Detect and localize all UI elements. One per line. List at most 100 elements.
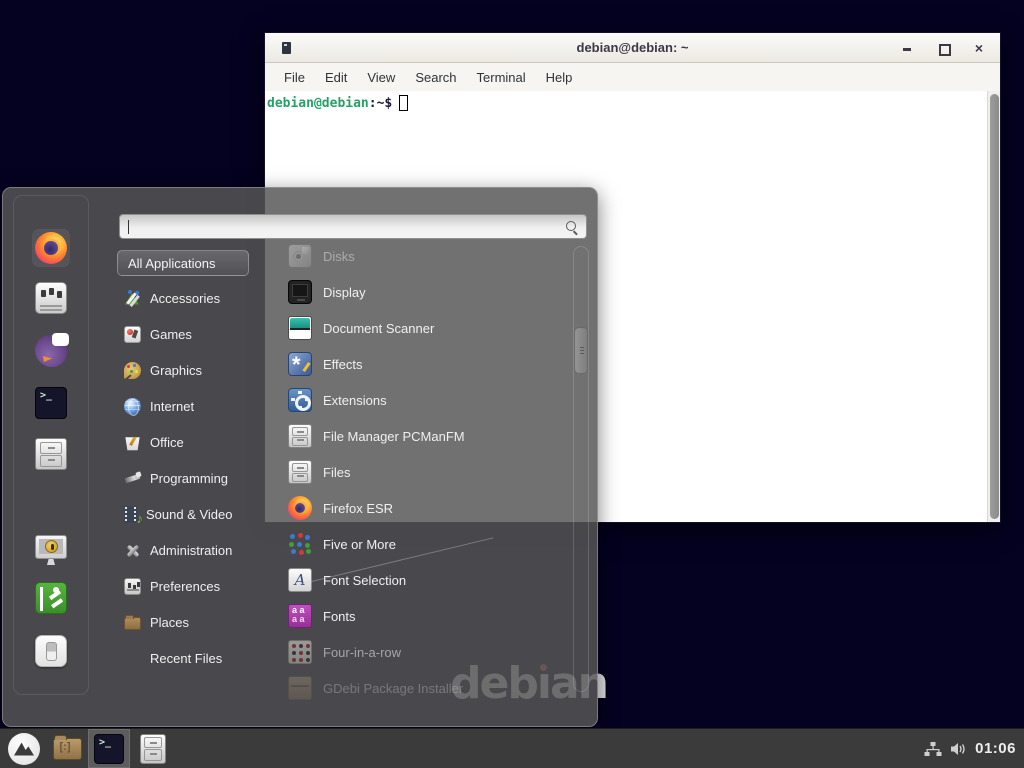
menu-orb-icon <box>8 733 40 765</box>
minimize-button[interactable] <box>900 41 914 55</box>
app-firefox-esr[interactable]: Firefox ESR <box>288 490 570 526</box>
app-font-selection[interactable]: Font Selection <box>288 562 570 598</box>
gdebi-icon <box>288 676 312 700</box>
internet-icon <box>124 398 141 415</box>
places-icon <box>124 617 141 630</box>
category-games[interactable]: Games <box>117 316 277 352</box>
terminal-scrollbar-handle[interactable] <box>990 94 999 519</box>
category-internet[interactable]: Internet <box>117 388 277 424</box>
lock-screen-icon <box>35 535 67 559</box>
prompt-user: debian@debian <box>267 96 369 111</box>
menu-edit[interactable]: Edit <box>315 70 357 85</box>
menu-view[interactable]: View <box>357 70 405 85</box>
sidebar-file-manager[interactable] <box>33 436 69 472</box>
app-file-manager-pcmanfm[interactable]: File Manager PCManFM <box>288 418 570 454</box>
sidebar-terminal[interactable] <box>33 385 69 421</box>
graphics-icon <box>124 362 141 379</box>
app-effects[interactable]: Effects <box>288 346 570 382</box>
terminal-scrollbar[interactable] <box>987 91 1000 522</box>
application-list: Disks Display Document Scanner Effects E… <box>288 238 570 706</box>
category-recent-files[interactable]: Recent Files <box>117 640 277 676</box>
app-extensions[interactable]: Extensions <box>288 382 570 418</box>
search-icon <box>565 220 579 234</box>
file-cabinet-icon <box>288 424 312 448</box>
app-document-scanner[interactable]: Document Scanner <box>288 310 570 346</box>
firefox-icon <box>35 232 67 264</box>
taskbar-clock[interactable]: 01:06 <box>975 740 1016 757</box>
document-scanner-icon <box>288 316 312 340</box>
terminal-cursor <box>399 95 408 111</box>
effects-icon <box>288 352 312 376</box>
app-four-in-a-row[interactable]: Four-in-a-row <box>288 634 570 670</box>
taskbar-terminal-button[interactable] <box>88 729 130 768</box>
terminal-window-title: debian@debian: ~ <box>265 40 1000 55</box>
accessories-icon <box>124 290 141 307</box>
maximize-button[interactable] <box>936 41 950 55</box>
four-in-a-row-icon <box>288 640 312 664</box>
pidgin-icon <box>35 335 67 367</box>
menu-help[interactable]: Help <box>536 70 583 85</box>
application-menu: All Applications Accessories Games Graph… <box>2 187 598 727</box>
network-icon[interactable] <box>924 741 942 757</box>
display-icon <box>288 280 312 304</box>
font-selection-icon <box>288 568 312 592</box>
sidebar-pidgin[interactable] <box>33 333 69 369</box>
app-gdebi-package-installer[interactable]: GDebi Package Installer <box>288 670 570 706</box>
office-icon <box>124 434 141 451</box>
sidebar-lock-screen[interactable] <box>33 528 69 564</box>
fonts-icon <box>288 604 312 628</box>
category-sound-video[interactable]: Sound & Video <box>117 496 277 532</box>
menu-scrollbar-handle[interactable] <box>574 327 588 374</box>
app-disks[interactable]: Disks <box>288 238 570 274</box>
app-display[interactable]: Display <box>288 274 570 310</box>
control-center-icon <box>35 282 67 314</box>
close-button[interactable]: × <box>972 41 986 55</box>
folder-icon <box>53 738 82 760</box>
menu-search[interactable]: Search <box>405 70 466 85</box>
log-out-icon <box>35 582 67 614</box>
volume-icon[interactable] <box>950 741 967 757</box>
desktop: debıan debian@debian: ~ × File Edit View… <box>0 0 1024 768</box>
app-five-or-more[interactable]: Five or More <box>288 526 570 562</box>
file-cabinet-icon <box>288 460 312 484</box>
category-list: Accessories Games Graphics Internet Offi… <box>117 280 277 676</box>
shutdown-icon <box>35 635 67 667</box>
administration-icon <box>124 542 141 559</box>
category-programming[interactable]: Programming <box>117 460 277 496</box>
terminal-icon <box>94 734 124 764</box>
text-caret <box>128 220 129 234</box>
app-files[interactable]: Files <box>288 454 570 490</box>
menu-scrollbar-track[interactable] <box>573 246 589 692</box>
sidebar-shutdown[interactable] <box>33 633 69 669</box>
menu-terminal[interactable]: Terminal <box>467 70 536 85</box>
taskbar-files-button[interactable] <box>130 729 176 768</box>
sidebar-control-center[interactable] <box>33 280 69 316</box>
terminal-window-icon <box>282 42 291 54</box>
prompt-symbol: :~$ <box>369 96 392 111</box>
file-manager-icon <box>35 438 67 470</box>
app-fonts[interactable]: Fonts <box>288 598 570 634</box>
taskbar: 01:06 <box>0 728 1024 768</box>
category-accessories[interactable]: Accessories <box>117 280 277 316</box>
search-input[interactable] <box>120 215 586 238</box>
games-icon <box>124 326 141 343</box>
taskbar-left <box>0 729 176 768</box>
preferences-icon <box>124 578 141 595</box>
menu-file[interactable]: File <box>274 70 315 85</box>
category-graphics[interactable]: Graphics <box>117 352 277 388</box>
terminal-menubar: File Edit View Search Terminal Help <box>265 63 1000 91</box>
terminal-titlebar[interactable]: debian@debian: ~ × <box>265 33 1000 63</box>
category-preferences[interactable]: Preferences <box>117 568 277 604</box>
sidebar-log-out[interactable] <box>33 580 69 616</box>
system-tray: 01:06 <box>924 729 1024 768</box>
category-office[interactable]: Office <box>117 424 277 460</box>
category-administration[interactable]: Administration <box>117 532 277 568</box>
menu-button[interactable] <box>0 729 46 768</box>
firefox-icon <box>288 496 312 520</box>
category-places[interactable]: Places <box>117 604 277 640</box>
sidebar-firefox[interactable] <box>33 230 69 266</box>
taskbar-file-manager-button[interactable] <box>46 729 88 768</box>
category-all-applications[interactable]: All Applications <box>117 250 249 276</box>
programming-icon <box>124 470 141 487</box>
file-cabinet-icon <box>140 734 166 764</box>
